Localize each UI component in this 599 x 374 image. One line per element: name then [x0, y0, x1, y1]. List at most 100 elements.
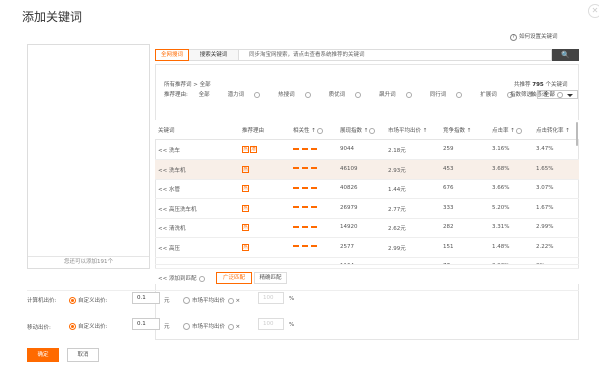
- mobile-market-bid[interactable]: 市场平均出价 ×: [183, 322, 240, 330]
- exact-match-button[interactable]: 精确匹配: [254, 272, 287, 284]
- ctr-value: 3.93%: [492, 263, 509, 264]
- competition-index: 151: [443, 243, 454, 250]
- competition-index: 259: [443, 146, 454, 152]
- ctr-value: 1.48%: [492, 243, 510, 250]
- table-scrollbar[interactable]: [576, 122, 578, 146]
- mobile-times: ×: [235, 324, 241, 330]
- table-row[interactable]: << 水管 热 40826 1.44元 676 3.66% 3.07%: [155, 179, 579, 199]
- conversion-value: 1.65%: [536, 165, 554, 172]
- confirm-button[interactable]: 确定: [27, 348, 59, 362]
- pc-custom-bid[interactable]: 自定义出价:: [69, 296, 107, 304]
- tab-all-network[interactable]: 全网搜词: [155, 49, 189, 61]
- mobile-bid-input[interactable]: 0.1: [132, 318, 160, 330]
- index-label: 指数筛选:: [510, 92, 534, 98]
- reason-tags: 热: [242, 185, 250, 192]
- selected-keywords-panel: 您还可以添加191个: [27, 44, 150, 269]
- market-bid: 2.99元: [388, 245, 406, 252]
- column-header-label: 竞争指数: [443, 128, 466, 134]
- keyword-cell[interactable]: << 高压洗车: [158, 263, 191, 264]
- column-header[interactable]: 点击率 ↑: [492, 126, 522, 134]
- mobile-market-radio[interactable]: [183, 323, 190, 330]
- tab-search-keyword[interactable]: 搜索关键词: [189, 49, 239, 61]
- competition-index: 282: [443, 224, 454, 230]
- breadcrumb: 所有推荐词 > 全部: [164, 82, 211, 88]
- impression-index: 40826: [340, 185, 358, 191]
- table-row[interactable]: << 洗车 热潜 9044 2.18元 259 3.16% 3.47%: [155, 140, 579, 160]
- cancel-button[interactable]: 取消: [67, 348, 99, 362]
- relevance-bar: [293, 205, 317, 211]
- market-bid: 2.18元: [388, 148, 406, 154]
- remaining-count: 您还可以添加191个: [28, 256, 149, 268]
- pc-percent-input[interactable]: 100: [258, 292, 284, 304]
- relevance-bars: [293, 225, 317, 228]
- relevance-bar: [293, 166, 317, 172]
- market-bid: 3.43元: [388, 263, 406, 264]
- mobile-percent-input[interactable]: 100: [258, 318, 284, 330]
- broad-match-button[interactable]: 广泛匹配: [216, 272, 252, 284]
- question-icon: [316, 127, 323, 134]
- relevance-bars: [293, 186, 317, 189]
- reason-option[interactable]: 全部: [199, 92, 219, 98]
- table-row[interactable]: << 清洗机 热 14920 2.62元 282 3.31% 2.99%: [155, 218, 579, 238]
- reason-option[interactable]: 飙升词: [379, 91, 421, 98]
- impression-index: 2577: [340, 243, 354, 250]
- keyword-cell[interactable]: << 清洗机: [158, 224, 185, 232]
- add-to-match[interactable]: << 添加到匹配: [158, 274, 206, 282]
- keyword-cell[interactable]: << 水管: [158, 185, 180, 193]
- table-row[interactable]: << 洗车机 热 46109 2.93元 453 3.68% 1.65%: [155, 159, 579, 180]
- impression-index: 46109: [340, 165, 358, 172]
- reason-option[interactable]: 潜力词: [228, 91, 270, 98]
- recommend-suffix: 个关键词: [545, 82, 568, 88]
- reason-tag: 热: [242, 165, 249, 173]
- mobile-custom-bid[interactable]: 自定义出价:: [69, 322, 107, 330]
- keyword-cell[interactable]: << 高压: [158, 244, 180, 252]
- keyword-cell[interactable]: << 洗车机: [158, 166, 185, 174]
- reason-option-label: 同行词: [429, 92, 447, 98]
- help-link[interactable]: ? 如何设置关键词: [510, 32, 558, 41]
- pc-market-bid[interactable]: 市场平均出价 ×: [183, 296, 240, 304]
- reason-option-label: 飙升词: [379, 92, 396, 98]
- mobile-custom-label: 自定义出价:: [78, 324, 108, 330]
- reason-tag: 热: [242, 204, 249, 212]
- sort-icon: ↑: [563, 128, 570, 134]
- question-icon: [456, 91, 463, 98]
- column-header[interactable]: 点击转化率 ↑: [536, 126, 570, 134]
- column-header[interactable]: 市场平均出价 ↑: [388, 126, 427, 134]
- pc-custom-label: 自定义出价:: [78, 298, 108, 304]
- sort-icon: ↑: [309, 128, 316, 134]
- pc-bid-input[interactable]: 0.1: [132, 292, 160, 304]
- relevance-bars: [293, 147, 317, 150]
- sort-icon: ↑: [508, 128, 515, 134]
- reason-option[interactable]: 同行词: [429, 91, 472, 98]
- table-row[interactable]: << 高压洗车 1164 3.43元 77 3.93% 0%: [155, 257, 579, 265]
- market-bid: 2.62元: [388, 226, 406, 232]
- search-input[interactable]: 同步淘宝网搜索，请点击查看系统推荐的关键词: [238, 49, 552, 61]
- keyword-cell[interactable]: << 洗车: [158, 146, 180, 154]
- competition-index: 333: [443, 204, 454, 211]
- close-icon[interactable]: ✕: [588, 4, 599, 18]
- reason-option[interactable]: 质优词: [329, 91, 371, 98]
- column-header[interactable]: 展现指数 ↑: [340, 126, 376, 134]
- keyword-cell[interactable]: << 高压洗车机: [158, 205, 196, 213]
- search-icon: 🔍: [561, 51, 570, 59]
- sort-icon: ↑: [465, 128, 472, 134]
- competition-index: 453: [443, 165, 454, 172]
- column-header[interactable]: 相关性 ↑: [293, 126, 323, 134]
- impression-index: 9044: [340, 146, 354, 152]
- table-row[interactable]: << 高压洗车机 热 26979 2.77元 333 5.20% 1.67%: [155, 199, 579, 219]
- index-filter: 指数筛选: 全部: [510, 90, 578, 99]
- mobile-custom-radio[interactable]: [69, 323, 76, 330]
- table-row[interactable]: << 高压 热 2577 2.99元 151 1.48% 2.22%: [155, 238, 579, 258]
- pc-custom-radio[interactable]: [69, 297, 76, 304]
- column-header[interactable]: 竞争指数 ↑: [443, 126, 471, 134]
- ctr-value: 3.16%: [492, 146, 510, 152]
- pc-market-radio[interactable]: [183, 297, 190, 304]
- index-select[interactable]: 全部: [536, 90, 578, 99]
- pc-times: ×: [235, 298, 241, 304]
- impression-index: 26979: [340, 204, 358, 211]
- search-tabs: 全网搜词 搜索关键词: [155, 49, 239, 61]
- search-button[interactable]: 🔍: [552, 49, 579, 61]
- conversion-value: 0%: [536, 263, 545, 264]
- reason-option[interactable]: 热搜词: [278, 91, 320, 98]
- question-icon: ?: [510, 34, 517, 41]
